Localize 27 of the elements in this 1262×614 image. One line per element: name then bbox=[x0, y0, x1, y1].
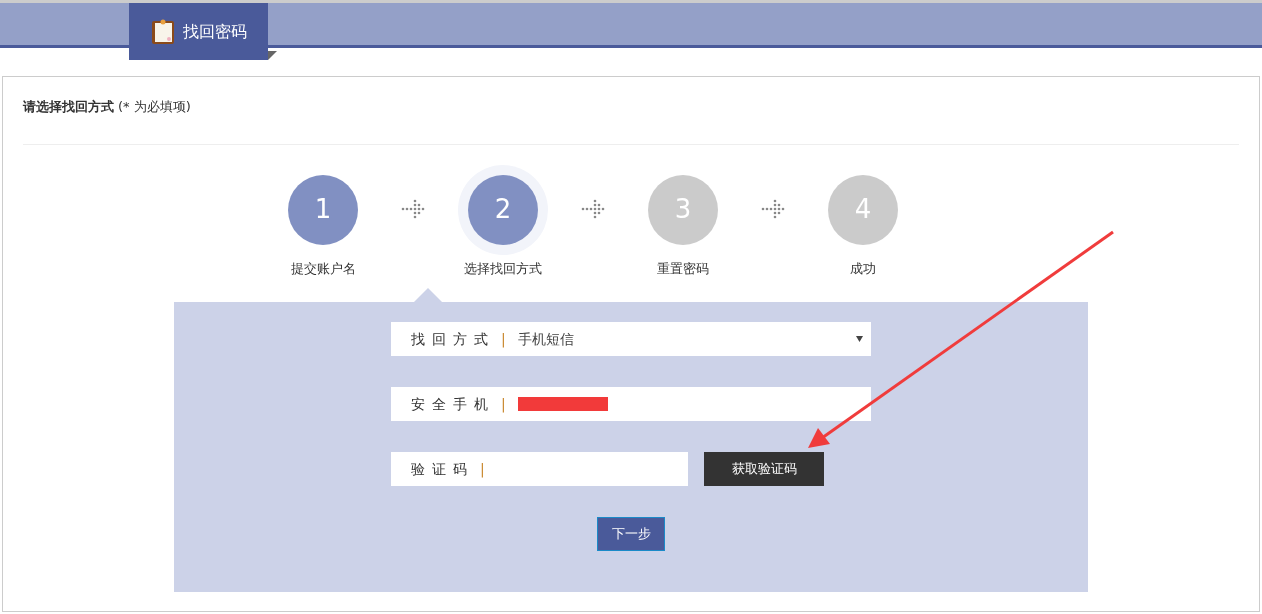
step-label: 成功 bbox=[850, 259, 876, 278]
next-step-button[interactable]: 下一步 bbox=[597, 517, 665, 551]
step-label: 重置密码 bbox=[657, 259, 709, 278]
separator: | bbox=[501, 329, 506, 350]
step-circle: 1 bbox=[288, 174, 358, 245]
required-note: (* 为必填项) bbox=[118, 99, 191, 114]
page-tab[interactable]: 找回密码 bbox=[129, 3, 268, 60]
get-code-button[interactable]: 获取验证码 bbox=[704, 452, 824, 486]
field-label: 安全手机 bbox=[411, 394, 495, 414]
tab-fold-corner bbox=[268, 51, 277, 60]
form-title: 请选择找回方式 bbox=[23, 99, 114, 114]
dotted-arrow-icon bbox=[401, 198, 425, 219]
step-label: 选择找回方式 bbox=[464, 259, 542, 278]
field-label: 验证码 bbox=[411, 459, 474, 479]
separator: | bbox=[501, 394, 506, 415]
notepad-icon bbox=[151, 18, 175, 45]
input-field[interactable]: 验证码 | bbox=[391, 452, 688, 486]
tab-title: 找回密码 bbox=[183, 20, 247, 43]
separator: | bbox=[480, 459, 485, 480]
field-label: 找回方式 bbox=[411, 329, 495, 349]
select-field[interactable]: 找回方式 | 手机短信 bbox=[391, 322, 871, 356]
input-field[interactable]: 安全手机 | bbox=[391, 387, 871, 421]
step-label: 提交账户名 bbox=[290, 259, 356, 278]
dropdown-caret-icon bbox=[856, 336, 863, 342]
dotted-arrow-icon bbox=[581, 198, 605, 219]
dotted-arrow-icon bbox=[761, 198, 785, 219]
field-value: 手机短信 bbox=[517, 329, 574, 349]
